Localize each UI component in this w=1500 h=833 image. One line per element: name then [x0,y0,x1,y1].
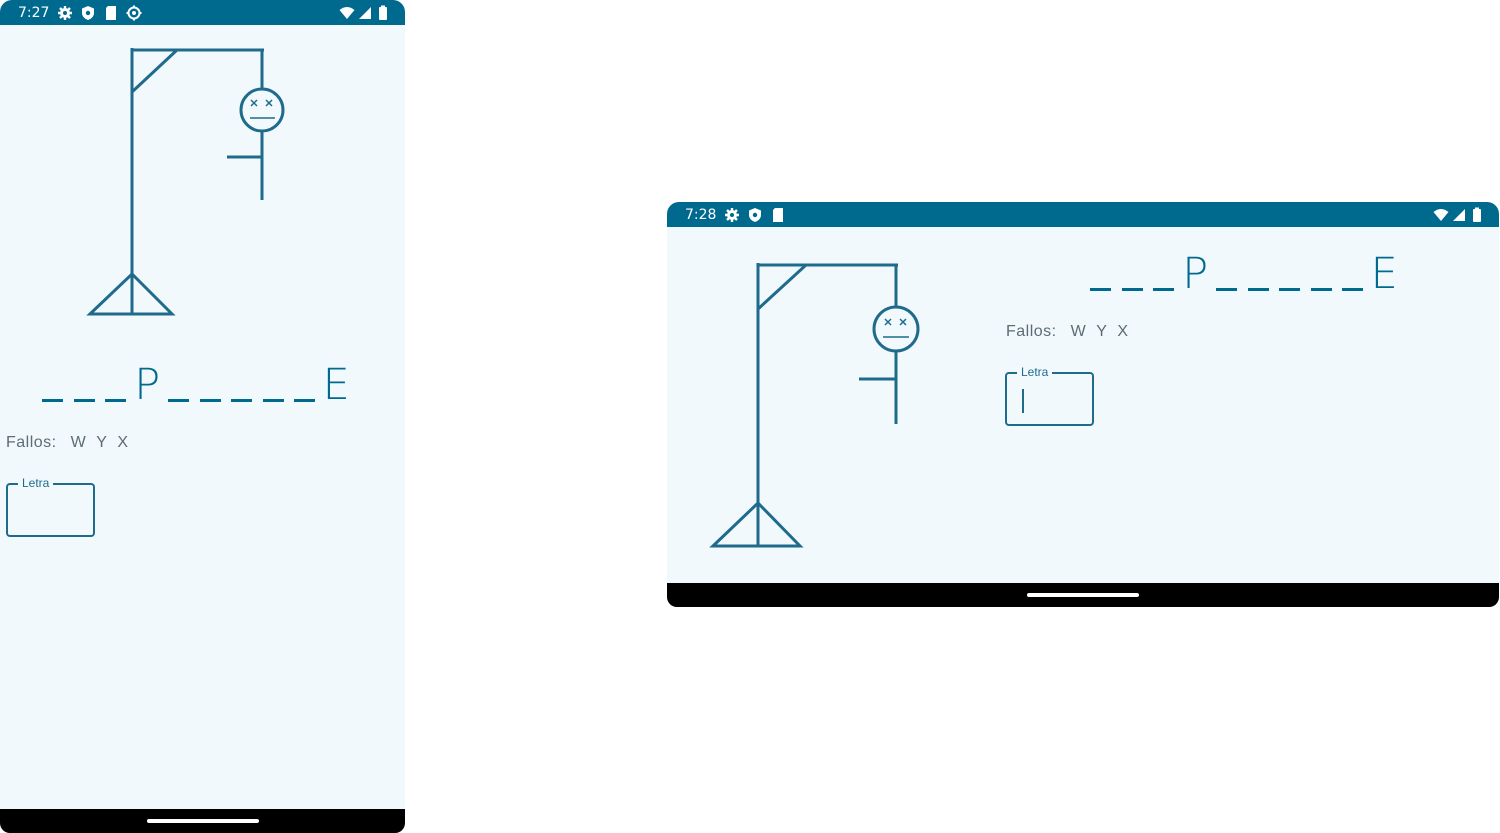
battery-icon [1469,207,1485,223]
miss-letter: W [1070,323,1087,340]
hangman-head [239,87,285,133]
miss-letter: Y [1096,323,1108,340]
navigation-bar [0,809,405,833]
wifi-icon [339,5,355,21]
word-slot [289,360,321,410]
gear-icon [57,5,73,21]
status-bar: 7:28 [667,202,1499,227]
signal-icon [357,5,373,21]
hangman-head [872,305,920,353]
status-time: 7:28 [685,206,717,223]
landscape-screen: 7:28 P E Fallos: W Y X Letra [667,202,1499,607]
navigation-bar [667,583,1499,607]
sd-card-icon [103,5,119,21]
word-slot [1306,249,1338,299]
word-slot [195,360,227,410]
hangman-face [250,99,275,119]
word-slot [1337,249,1369,299]
hangman-face [883,318,909,338]
miss-letter: X [1117,323,1129,340]
word-slot [1211,249,1243,299]
word-letter: P [1182,249,1209,299]
miss-letter: X [117,434,129,451]
misses-row: Fallos: W Y X [1006,323,1139,341]
letter-input[interactable] [1007,374,1092,424]
shield-icon [80,5,96,21]
word-slot [100,360,132,410]
letter-input[interactable] [8,485,93,535]
secret-word: PE [37,360,352,410]
word-slot [1085,249,1117,299]
word-slot [258,360,290,410]
word-slot [163,360,195,410]
signal-icon [1451,207,1467,223]
word-slot [1274,249,1306,299]
misses-label: Fallos: [6,434,57,451]
secret-word: PE [1085,249,1400,299]
word-letter: E [322,360,350,410]
word-letter: E [1370,249,1398,299]
word-slot [1243,249,1275,299]
letter-input-field[interactable]: Letra [6,476,95,537]
letter-input-field[interactable]: Letra [1005,365,1094,426]
miss-letter: W [70,434,87,451]
word-slot [69,360,101,410]
home-handle[interactable] [1027,593,1139,597]
gallows-brace [756,263,808,311]
word-slot [1117,249,1149,299]
text-cursor [1022,389,1024,413]
wifi-icon [1433,207,1449,223]
settings-cog-icon [126,5,142,21]
sd-card-icon [770,207,786,223]
hangman-drawing [709,263,920,548]
portrait-screen: 7:27 P E Fallos: W Y X Letra [0,0,405,833]
shield-icon [747,207,763,223]
misses-label: Fallos: [1006,323,1057,340]
word-slot [1148,249,1180,299]
status-time: 7:27 [18,4,50,21]
miss-letter: Y [96,434,108,451]
word-letter: P [134,360,161,410]
misses-row: Fallos: W Y X [6,434,139,452]
gear-icon [724,207,740,223]
hangman-drawing [86,48,285,316]
home-handle[interactable] [146,819,259,823]
gallows-brace [130,48,179,94]
battery-icon [375,5,391,21]
word-slot [37,360,69,410]
status-bar: 7:27 [0,0,405,25]
word-slot [226,360,258,410]
